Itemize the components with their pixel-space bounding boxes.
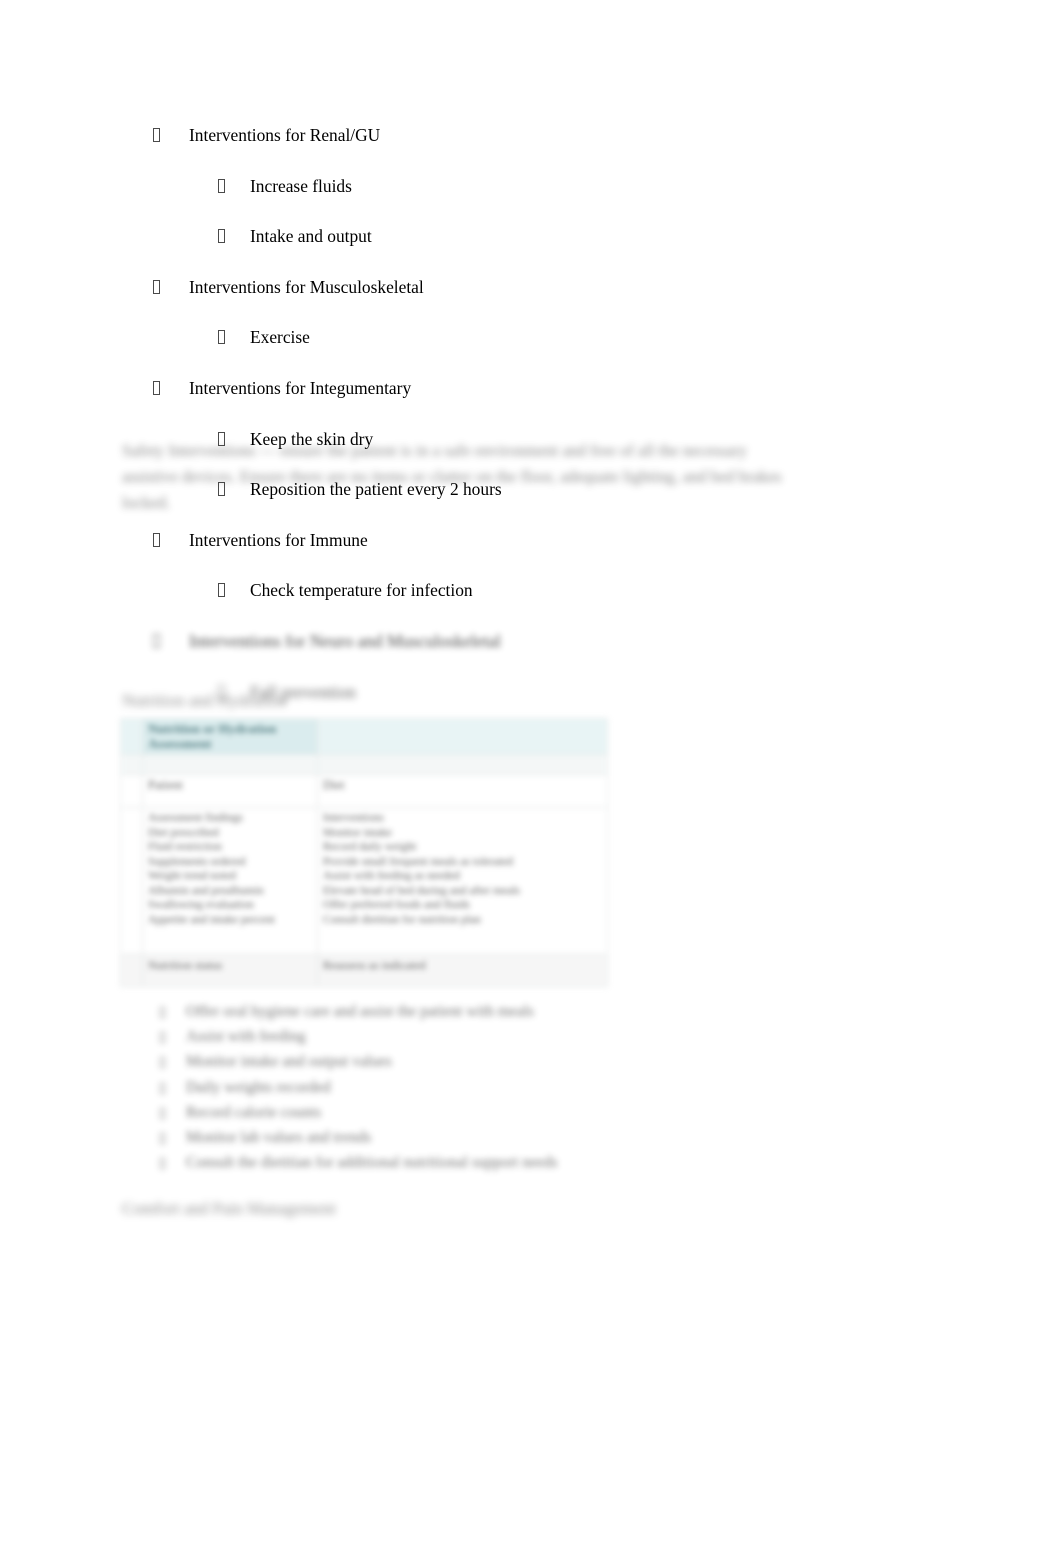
outline-item-label: Interventions for Musculoskeletal <box>189 276 424 297</box>
list-item-label: Monitor intake and output values <box>186 1053 392 1071</box>
outline-item: Interventions for Immune <box>0 528 1062 553</box>
list-bullet-icon <box>160 1032 165 1044</box>
list-bullet-icon <box>160 1082 165 1094</box>
table-cell-line: Appetite and intake percent <box>148 913 275 926</box>
list-item-label: Assist with feeding <box>186 1028 306 1046</box>
list-bullet-icon <box>160 1133 165 1144</box>
table-subheader-cell <box>120 754 143 775</box>
table-meta-row: Patient Diet <box>120 774 608 808</box>
outline-item: Exercise <box>0 325 1062 350</box>
table-header-cell-title: Nutrition or Hydration Assessment <box>142 718 318 755</box>
table-cell-line: Monitor intake <box>323 826 392 839</box>
table-body-cell-interventions: Interventions Monitor intake Record dail… <box>317 807 608 955</box>
list-item-label: Consult the dietitian for additional nut… <box>186 1154 558 1172</box>
outline-item-label: Increase fluids <box>250 175 352 196</box>
list-bullet-icon <box>160 1057 165 1069</box>
redacted-paragraph-line: locked. <box>122 493 171 512</box>
table-cell-line: Swallowing evaluation <box>148 899 254 911</box>
table-cell-line: Record daily weight <box>323 841 417 853</box>
outline-item-label: Interventions for Neuro and Musculoskele… <box>189 630 501 651</box>
section-heading-comfort: Comfort and Pain Management <box>122 1199 336 1218</box>
table-body-row: Assessment findings Diet prescribed Flui… <box>120 807 608 955</box>
redacted-paragraph-line: assistive devices. Ensure there are no i… <box>122 467 782 486</box>
table-cell-line: Assist with feeding as needed <box>323 870 460 882</box>
list-item-label: Offer oral hygiene care and assist the p… <box>186 1003 534 1020</box>
list-bullet-icon <box>153 376 160 401</box>
nutrition-hydration-table: Nutrition or Hydration Assessment Patien… <box>120 718 608 987</box>
outline-item-label: Intake and output <box>250 226 372 247</box>
table-cell-line: Consult dietitian for nutrition plan <box>323 913 481 926</box>
list-item-label: Record calorie counts <box>186 1103 322 1121</box>
table-body-cell-findings: Assessment findings Diet prescribed Flui… <box>142 807 318 955</box>
list-item-label: Daily weights recorded <box>186 1078 331 1096</box>
redacted-paragraph-line: Safety Interventions — ensure the patien… <box>122 441 747 460</box>
table-subheader-cell <box>142 754 318 775</box>
outline-item-label: Interventions for Immune <box>189 529 368 550</box>
outline-item: Intake and output <box>0 224 1062 249</box>
table-cell-line: Diet prescribed <box>148 826 219 839</box>
table-cell-line: Offer preferred foods and fluids <box>323 899 470 911</box>
table-subheader-cell <box>317 754 608 775</box>
list-bullet-icon <box>218 578 225 603</box>
table-subheader-row <box>120 754 608 775</box>
outline-item: Interventions for Musculoskeletal <box>0 275 1062 300</box>
table-cell-line: Assessment findings <box>148 812 243 824</box>
table-cell-line: Weight trend noted <box>148 870 236 882</box>
table-body-cell-spacer <box>120 807 143 955</box>
list-bullet-icon <box>153 275 160 300</box>
outline-item-redacted: Interventions for Neuro and Musculoskele… <box>0 629 1062 654</box>
table-header-cell-spacer <box>120 718 143 755</box>
section-heading-nutrition: Nutrition and Hydration <box>122 691 287 710</box>
list-bullet-icon <box>160 1107 165 1119</box>
table-meta-cell-spacer <box>120 774 143 808</box>
document-page: Interventions for Renal/GU Increase flui… <box>0 0 1062 1561</box>
outline-item-label: Exercise <box>250 327 310 348</box>
table-header-cell-blank <box>317 718 608 755</box>
table-cell-line: Supplements ordered <box>148 855 246 868</box>
list-bullet-icon <box>160 1158 165 1170</box>
outline-item: Interventions for Integumentary <box>0 376 1062 401</box>
list-bullet-icon <box>153 123 160 148</box>
table-meta-value: Diet <box>317 774 608 808</box>
outline-item: Check temperature for infection <box>0 578 1062 603</box>
table-cell-line: Albumin and prealbumin <box>148 884 264 897</box>
table-header-row: Nutrition or Hydration Assessment <box>120 718 608 755</box>
outline-item-label: Interventions for Renal/GU <box>189 125 381 145</box>
outline-item: Increase fluids <box>0 174 1062 199</box>
table-footer-cell-left: Nutrition status <box>142 954 318 987</box>
outline-item-label: Check temperature for infection <box>250 580 473 601</box>
list-bullet-icon <box>218 174 225 199</box>
table-footer-cell-right: Reassess as indicated <box>317 954 608 987</box>
list-bullet-icon <box>218 325 225 350</box>
list-bullet-icon <box>153 528 160 553</box>
list-item-label: Monitor lab values and trends <box>186 1129 372 1146</box>
table-cell-line: Interventions <box>323 812 384 824</box>
outline-list: Interventions for Renal/GU Increase flui… <box>0 0 1062 702</box>
outline-item-label: Interventions for Integumentary <box>189 377 412 398</box>
list-bullet-icon <box>218 224 225 249</box>
list-bullet-icon <box>160 1007 165 1018</box>
table-cell-line: Elevate head of bed during and after mea… <box>323 884 521 897</box>
outline-item: Interventions for Renal/GU <box>0 123 1062 148</box>
table-cell-line: Provide small frequent meals as tolerate… <box>323 855 514 868</box>
table-meta-label: Patient <box>142 774 318 808</box>
table-footer-cell-spacer <box>120 954 143 987</box>
list-bullet-icon <box>153 629 160 654</box>
table-footer-row: Nutrition status Reassess as indicated <box>120 954 608 987</box>
table-cell-line: Fluid restriction <box>148 841 222 853</box>
